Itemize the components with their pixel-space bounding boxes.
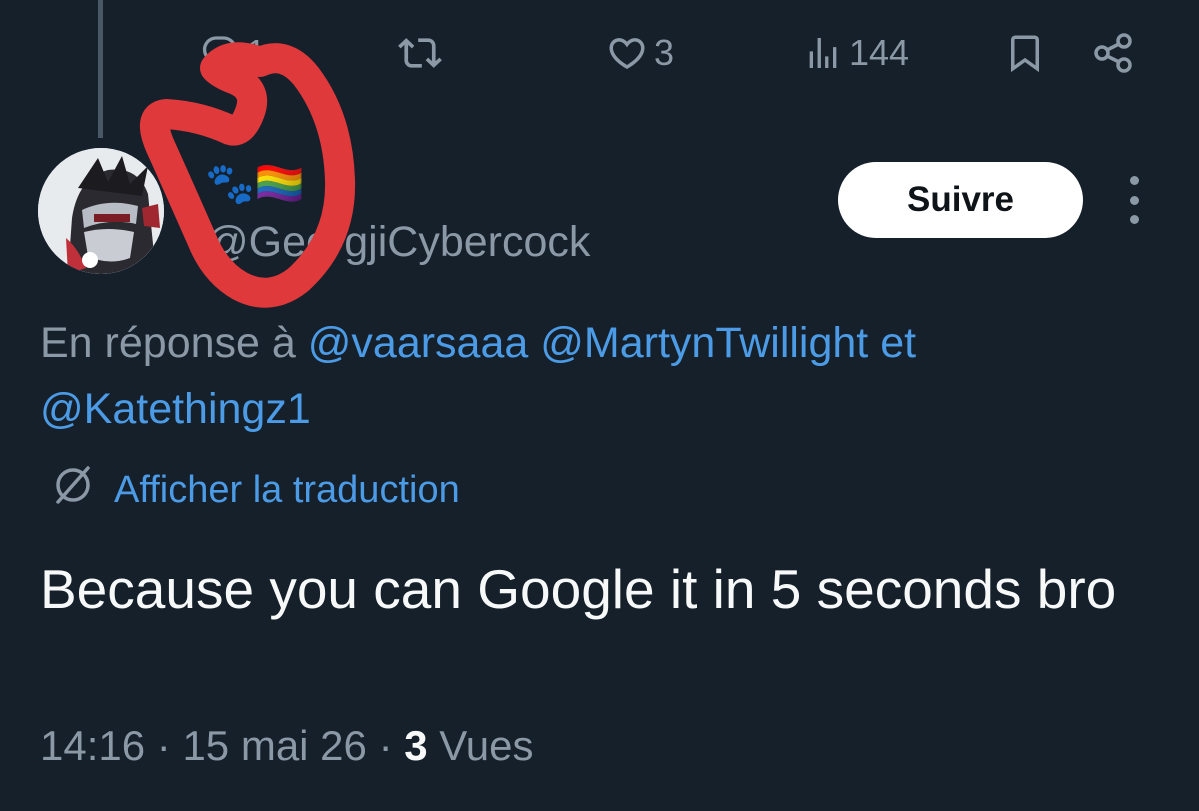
follow-button[interactable]: Suivre [838, 162, 1083, 238]
views-button[interactable]: 144 [803, 26, 909, 80]
tweet-date[interactable]: 15 mai 26 [182, 722, 366, 769]
thread-connector-line [98, 0, 103, 138]
bookmark-icon [1004, 32, 1046, 74]
tweet-time[interactable]: 14:16 [40, 722, 145, 769]
retweet-icon [398, 31, 442, 75]
reply-context: En réponse à @vaarsaaa @MartynTwillight … [40, 310, 1140, 442]
tweet-views-count: 3 [404, 722, 428, 769]
more-dot-icon [1129, 195, 1139, 205]
reply-conjunction: et [880, 319, 917, 367]
share-button[interactable] [1090, 26, 1138, 80]
tweet-text: Because you can Google it in 5 seconds b… [40, 558, 1117, 620]
more-dot-icon [1129, 215, 1139, 224]
views-count: 144 [849, 32, 910, 73]
more-options-button[interactable] [1116, 176, 1152, 224]
more-dot-icon [1129, 176, 1139, 185]
share-icon [1090, 29, 1138, 77]
tweet-views-label: Vues [439, 722, 534, 769]
translate-label: Afficher la traduction [114, 468, 460, 511]
tweet-meta: 14:16 · 15 mai 26 · 3 Vues [40, 722, 533, 770]
like-button[interactable]: 3 [606, 26, 674, 80]
heart-icon [606, 32, 648, 74]
retweet-button[interactable] [398, 26, 442, 80]
mention-link[interactable]: @vaarsaaa [308, 319, 529, 367]
mention-link[interactable]: @Katethingz1 [40, 385, 311, 433]
meta-separator: · [378, 722, 393, 769]
meta-separator: · [156, 722, 171, 769]
mention-link[interactable]: @MartynTwillight [540, 319, 868, 367]
red-scribble-annotation [110, 40, 360, 325]
translate-link[interactable]: Afficher la traduction [50, 462, 460, 518]
analytics-icon [803, 33, 843, 73]
bookmark-button[interactable] [1004, 26, 1046, 80]
like-count: 3 [654, 32, 675, 73]
globe-icon [50, 462, 114, 518]
reply-prefix: En réponse à [40, 319, 296, 367]
